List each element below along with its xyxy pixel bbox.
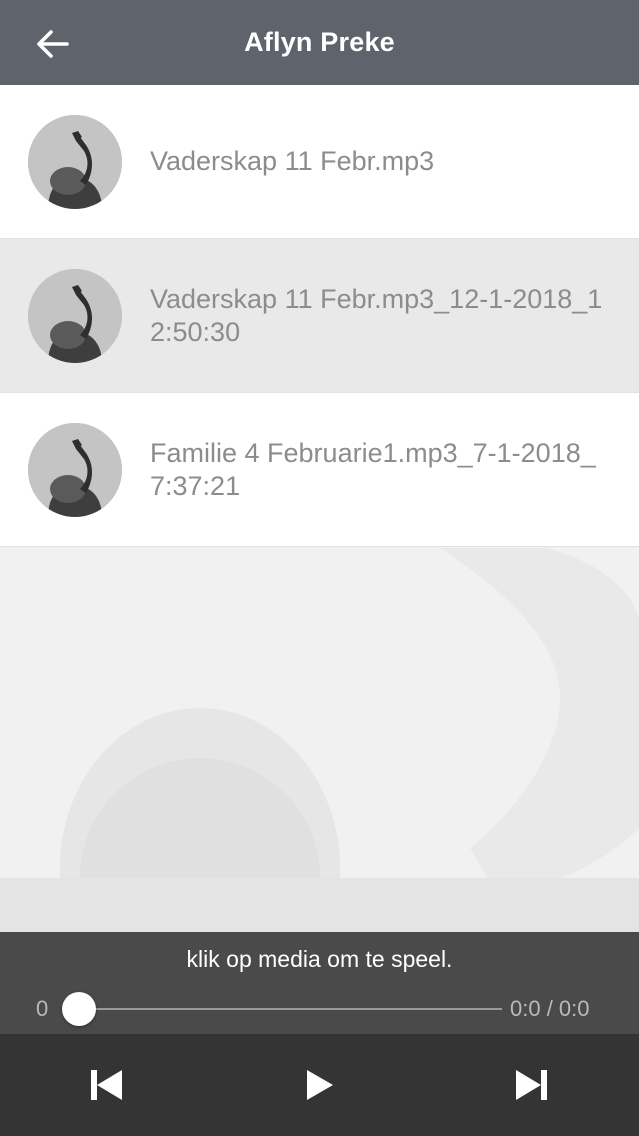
- position-label: 0: [36, 996, 49, 1021]
- recording-label: Vaderskap 11 Febr.mp3_12-1-2018_12:50:30: [150, 284, 603, 347]
- recording-item[interactable]: Vaderskap 11 Febr.mp3_12-1-2018_12:50:30: [0, 239, 639, 393]
- arrow-left-icon: [37, 30, 69, 58]
- recording-thumbnail: [28, 422, 122, 517]
- recording-label: Vaderskap 11 Febr.mp3: [150, 146, 435, 177]
- seek-track[interactable]: [78, 1008, 502, 1010]
- app-header: Aflyn Preke: [0, 0, 639, 85]
- previous-button[interactable]: [86, 1065, 126, 1105]
- player-hint: klik op media om te speel.: [186, 946, 453, 972]
- recording-thumbnail: [28, 268, 122, 363]
- skip-previous-icon: [91, 1070, 122, 1100]
- time-display: 0:0 / 0:0: [510, 996, 590, 1021]
- seek-slider-thumb[interactable]: [62, 992, 96, 1026]
- player-info-bar: klik op media om te speel. 0 0:0 / 0:0: [0, 932, 639, 1034]
- play-icon: [307, 1070, 333, 1100]
- recording-label: Familie 4 Februarie1.mp3_7-1-2018_7:37:2…: [150, 438, 596, 501]
- background-photo: [0, 548, 639, 932]
- play-button[interactable]: [300, 1065, 340, 1105]
- recordings-list: Vaderskap 11 Febr.mp3 Vaderskap 11 Febr.…: [0, 85, 639, 547]
- recording-thumbnail: [28, 114, 122, 209]
- recording-item[interactable]: Familie 4 Februarie1.mp3_7-1-2018_7:37:2…: [0, 393, 639, 547]
- back-button[interactable]: [26, 22, 78, 66]
- skip-next-icon: [516, 1070, 547, 1100]
- recording-item[interactable]: Vaderskap 11 Febr.mp3: [0, 85, 639, 239]
- page-title: Aflyn Preke: [244, 27, 395, 57]
- next-button[interactable]: [512, 1065, 552, 1105]
- playback-controls: [0, 1034, 639, 1136]
